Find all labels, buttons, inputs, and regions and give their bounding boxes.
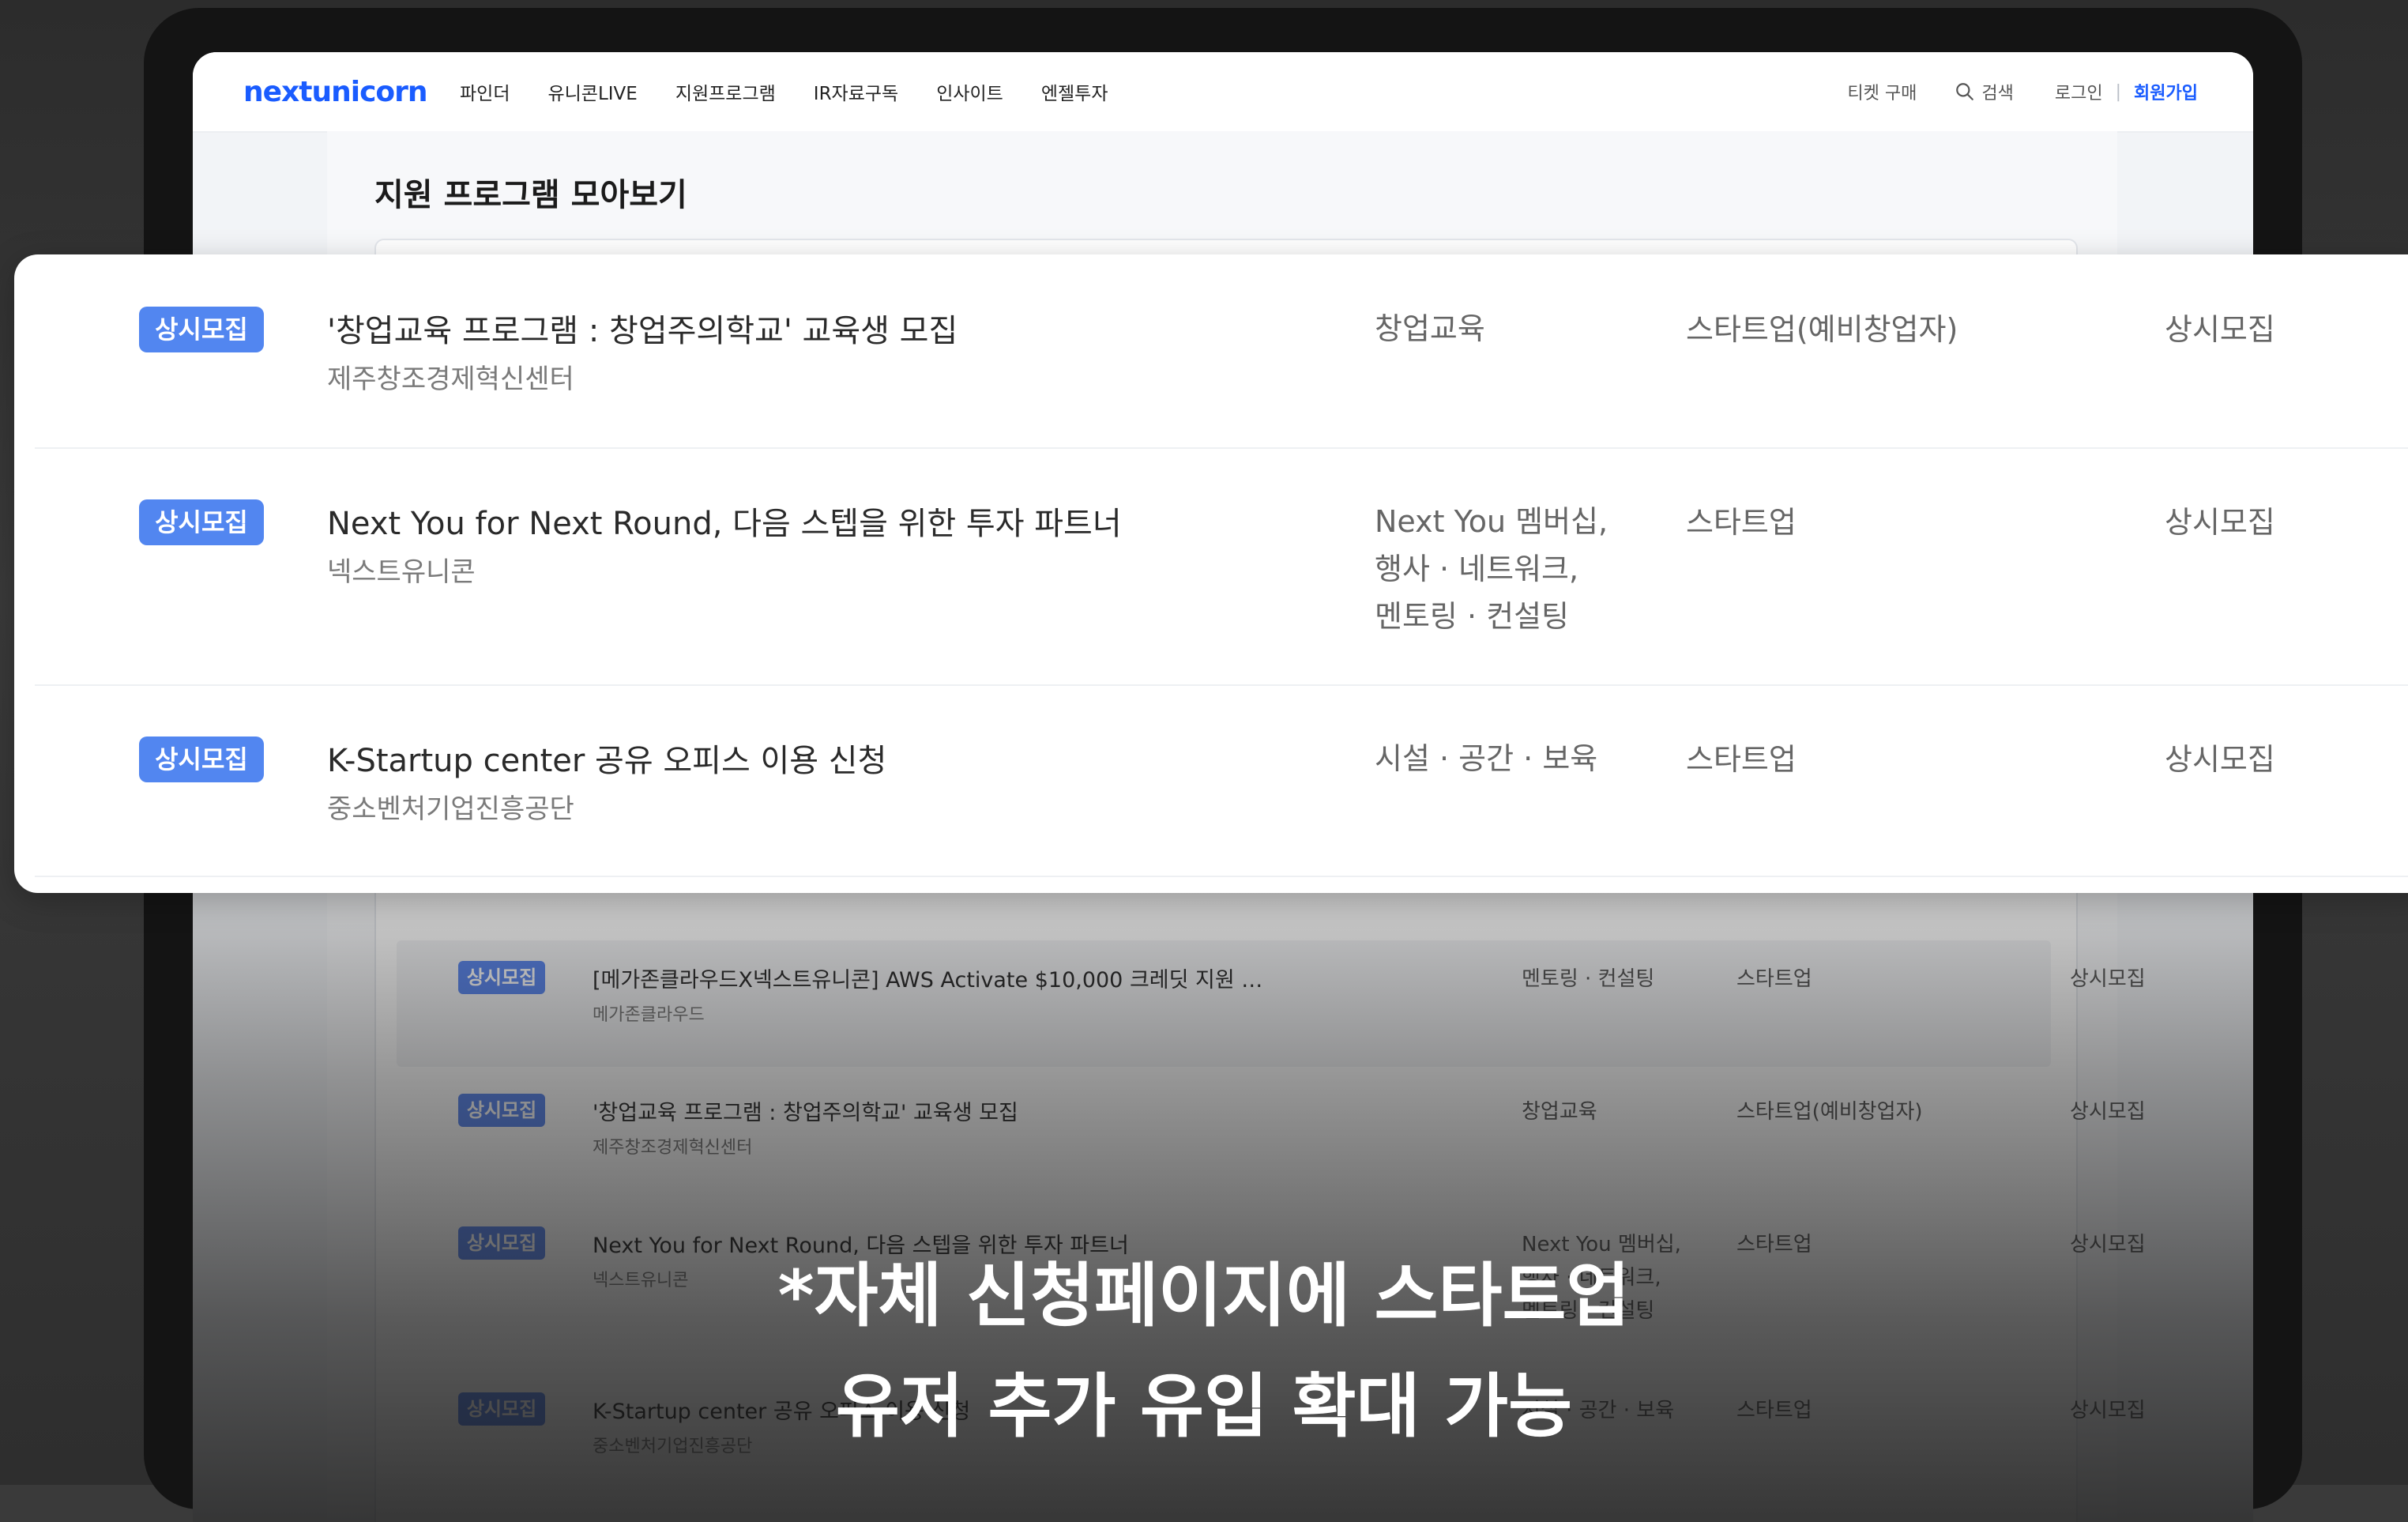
- program-organizer: 넥스트유니콘: [327, 556, 476, 588]
- nav-item-ir-subscription[interactable]: IR자료구독: [814, 78, 898, 105]
- search-button[interactable]: 검색: [1955, 79, 2014, 104]
- table-row[interactable]: 상시모집 [메가존클라우드X넥스트유니콘] AWS Activate $10,0…: [397, 940, 2146, 1067]
- program-target: 스타트업: [1686, 505, 1797, 540]
- status-badge: 상시모집: [139, 307, 264, 352]
- program-organizer: 중소벤처기업진흥공단: [327, 793, 574, 825]
- table-row[interactable]: 상시모집 '창업교육 프로그램 : 창업주의학교' 교육생 모집 제주창조경제혁…: [397, 1073, 2146, 1200]
- program-period: 상시모집: [2070, 967, 2146, 991]
- nav-item-angel-investment[interactable]: 엔젤투자: [1041, 78, 1108, 105]
- status-badge: 상시모집: [139, 737, 264, 782]
- table-row[interactable]: 상시모집 K-Startup center 공유 오피스 이용 신청 중소벤처기…: [35, 684, 2408, 877]
- nav-divider: |: [2115, 81, 2122, 102]
- ticket-link[interactable]: 티켓 구매: [1847, 79, 1917, 104]
- program-period: 상시모집: [2165, 505, 2275, 540]
- program-title[interactable]: [메가존클라우드X넥스트유니콘] AWS Activate $10,000 크레…: [593, 963, 1262, 993]
- promo-caption: *자체 신청페이지에 스타트업 유저 추가 유입 확대 가능: [0, 1241, 2408, 1462]
- table-row[interactable]: 상시모집 '창업교육 프로그램 : 창업주의학교' 교육생 모집 제주창조경제혁…: [35, 254, 2408, 449]
- nav-right: 티켓 구매 검색 로그인 | 회원가입: [1847, 52, 2198, 131]
- table-row[interactable]: 상시모집 Next You for Next Round, 다음 스텝을 위한 …: [35, 447, 2408, 686]
- program-organizer: 제주창조경제혁신센터: [327, 364, 574, 395]
- nav-item-insight[interactable]: 인사이트: [936, 78, 1003, 105]
- top-navbar: nextunicorn 파인더 유니콘LIVE 지원프로그램 IR자료구독 인사…: [193, 52, 2253, 133]
- program-organizer: 메가존클라우드: [593, 1005, 705, 1025]
- page-title: 지원 프로그램 모아보기: [374, 177, 687, 213]
- search-icon: [1956, 83, 1974, 100]
- program-target: 스타트업(예비창업자): [1736, 1100, 1923, 1124]
- program-period: 상시모집: [2165, 312, 2275, 347]
- program-organizer: 제주창조경제혁신센터: [593, 1138, 753, 1158]
- program-category: 창업교육: [1522, 1100, 1597, 1124]
- caption-line-2: 유저 추가 유입 확대 가능: [835, 1366, 1573, 1447]
- program-category: 창업교육: [1375, 311, 1485, 346]
- program-category: 멘토링 · 컨설팅: [1522, 967, 1655, 991]
- program-period: 상시모집: [2165, 742, 2275, 777]
- nav-item-support-programs[interactable]: 지원프로그램: [675, 78, 776, 105]
- nav-item-unicorn-live[interactable]: 유니콘LIVE: [547, 78, 637, 105]
- program-target: 스타트업(예비창업자): [1686, 312, 1958, 347]
- program-category: 시설 · 공간 · 보육: [1375, 741, 1598, 776]
- program-period: 상시모집: [2070, 1100, 2146, 1124]
- signup-link[interactable]: 회원가입: [2134, 79, 2198, 104]
- program-category: Next You 멤버십, 행사 · 네트워크, 멘토링 · 컨설팅: [1375, 504, 1608, 634]
- program-title[interactable]: K-Startup center 공유 오피스 이용 신청: [327, 735, 886, 781]
- program-target: 스타트업: [1686, 742, 1797, 777]
- program-target: 스타트업: [1736, 967, 1812, 991]
- main-nav: 파인더 유니콘LIVE 지원프로그램 IR자료구독 인사이트 엔젤투자: [460, 52, 1146, 131]
- login-link[interactable]: 로그인: [2055, 79, 2103, 104]
- nav-item-finder[interactable]: 파인더: [460, 78, 510, 105]
- status-badge: 상시모집: [458, 961, 545, 994]
- search-label: 검색: [1981, 84, 2014, 104]
- caption-line-1: *자체 신청페이지에 스타트업: [777, 1255, 1631, 1336]
- program-title[interactable]: '창업교육 프로그램 : 창업주의학교' 교육생 모집: [327, 305, 958, 351]
- featured-programs-card: 상시모집 '창업교육 프로그램 : 창업주의학교' 교육생 모집 제주창조경제혁…: [14, 254, 2408, 893]
- status-badge: 상시모집: [458, 1094, 545, 1127]
- brand-logo[interactable]: nextunicorn: [243, 76, 428, 108]
- status-badge: 상시모집: [139, 499, 264, 545]
- program-title[interactable]: '창업교육 프로그램 : 창업주의학교' 교육생 모집: [593, 1095, 1018, 1126]
- program-title[interactable]: Next You for Next Round, 다음 스텝을 위한 투자 파트…: [327, 498, 1122, 544]
